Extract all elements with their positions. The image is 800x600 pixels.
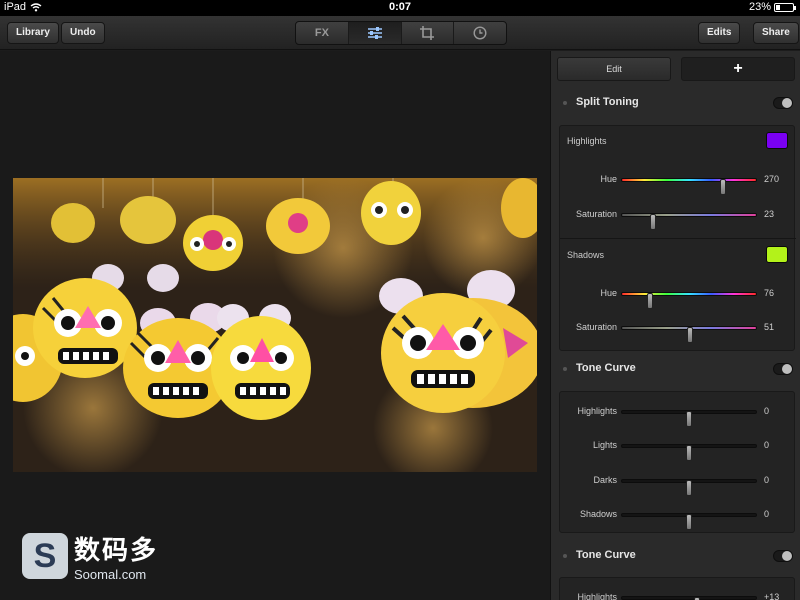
slider-value: 23: [764, 209, 775, 219]
slider-value: 270: [764, 174, 780, 184]
slider-value: 76: [764, 288, 775, 298]
slider-track[interactable]: [621, 292, 757, 309]
edit-tab[interactable]: Edit: [557, 57, 671, 81]
tone-curve-title: Tone Curve: [576, 362, 636, 374]
slider-label: Lights: [592, 440, 617, 450]
slider-shadows-saturation[interactable]: Saturation 51: [560, 320, 796, 343]
slider-tone-darks[interactable]: Darks 0: [560, 473, 796, 496]
slider-shadows-hue[interactable]: Hue 76: [560, 286, 796, 309]
slider-highlights-saturation[interactable]: Saturation 23: [560, 207, 796, 230]
slider-thumb[interactable]: [649, 214, 656, 230]
slider-track[interactable]: [621, 326, 757, 343]
split-toning-header[interactable]: Split Toning: [551, 88, 800, 118]
slider-value: 0: [764, 440, 770, 450]
battery-percent: 23%: [748, 1, 771, 13]
clock: 0:07: [388, 1, 412, 13]
divider: [560, 238, 796, 239]
tone-curve-toggle[interactable]: [773, 363, 793, 375]
crop-icon: [420, 26, 435, 40]
watermark: S 数码多 Soomal.com: [22, 530, 158, 582]
sliders-icon: [367, 27, 382, 39]
slider-track[interactable]: [621, 410, 757, 427]
slider-highlights-hue[interactable]: Hue 270: [560, 172, 796, 195]
slider-label: Highlights: [577, 592, 617, 600]
slider-thumb[interactable]: [686, 445, 692, 461]
app-window: iPad 0:07 23% Library Undo FX Edits Shar…: [0, 0, 800, 600]
split-toning-toggle[interactable]: [773, 97, 793, 109]
library-button[interactable]: Library: [7, 22, 59, 44]
slider-value: 0: [764, 406, 770, 416]
watermark-site: Soomal.com: [74, 567, 147, 582]
undo-button[interactable]: Undo: [61, 22, 105, 44]
split-toning-title: Split Toning: [576, 96, 639, 108]
slider-value: 0: [764, 509, 770, 519]
tone-curve-header[interactable]: Tone Curve: [551, 354, 800, 384]
tone-curve-2-header[interactable]: Tone Curve: [551, 541, 800, 571]
shadows-color-swatch[interactable]: [766, 246, 788, 263]
slider-label: Saturation: [575, 209, 617, 219]
slider-tone2-highlights[interactable]: Highlights +13: [560, 590, 796, 600]
tone-curve-card: Highlights 0 Lights 0 Darks 0 Shadows 0: [559, 391, 795, 533]
slider-track[interactable]: [621, 513, 757, 530]
slider-label: Hue: [600, 174, 617, 184]
watermark-chinese: 数码多: [74, 535, 159, 565]
watermark-logo: S: [22, 533, 68, 579]
tone-curve-2-toggle[interactable]: [773, 550, 793, 562]
highlights-group-label: Highlights: [567, 136, 607, 146]
slider-label: Shadows: [579, 509, 617, 519]
slider-thumb[interactable]: [647, 293, 654, 309]
share-button[interactable]: Share: [753, 22, 799, 44]
tab-fx[interactable]: FX: [296, 22, 349, 44]
tab-adjust[interactable]: [348, 22, 402, 44]
adjustment-panel: Edit + Split Toning Highlights Hue 270 Sa…: [550, 51, 800, 600]
slider-thumb[interactable]: [686, 514, 692, 530]
slider-track[interactable]: [621, 596, 757, 600]
slider-label: Hue: [600, 288, 617, 298]
slider-thumb[interactable]: [686, 480, 692, 496]
slider-label: Saturation: [575, 322, 617, 332]
slider-thumb[interactable]: [719, 179, 726, 195]
tab-fx-label: FX: [314, 27, 329, 39]
photo-canvas[interactable]: S 数码多 Soomal.com: [0, 51, 550, 600]
slider-label: Darks: [593, 475, 617, 485]
top-toolbar: Library Undo FX Edits Share: [0, 16, 800, 50]
shadows-group-label: Shadows: [567, 250, 605, 260]
slider-value: +13: [764, 592, 780, 600]
tone-curve-2-title: Tone Curve: [576, 549, 636, 561]
slider-track[interactable]: [621, 178, 757, 195]
add-adjustment-button[interactable]: +: [681, 57, 795, 81]
slider-track[interactable]: [621, 213, 757, 230]
photo-image: [13, 178, 537, 472]
edits-button[interactable]: Edits: [698, 22, 741, 44]
slider-thumb[interactable]: [687, 327, 694, 343]
slider-value: 51: [764, 322, 775, 332]
slider-tone-highlights[interactable]: Highlights 0: [560, 404, 796, 427]
tab-crop[interactable]: [402, 22, 455, 44]
slider-tone-shadows[interactable]: Shadows 0: [560, 507, 796, 530]
slider-thumb[interactable]: [686, 411, 692, 427]
history-clock-icon: [473, 26, 487, 40]
section-dot-icon: [563, 101, 567, 105]
edited-photo[interactable]: [13, 178, 537, 472]
slider-track[interactable]: [621, 444, 757, 461]
slider-label: Highlights: [577, 406, 617, 416]
tone-curve-2-card: Highlights +13: [559, 577, 795, 600]
tab-history[interactable]: [454, 22, 506, 44]
tool-segmented-control: FX: [295, 21, 507, 45]
status-bar: iPad 0:07 23%: [0, 0, 800, 16]
split-toning-card: Highlights Hue 270 Saturation 23 Shadows H…: [559, 125, 796, 351]
battery-icon: [774, 2, 796, 12]
highlights-color-swatch[interactable]: [766, 132, 788, 149]
slider-tone-lights[interactable]: Lights 0: [560, 438, 796, 461]
slider-value: 0: [764, 475, 770, 485]
section-dot-icon: [563, 554, 567, 558]
section-dot-icon: [563, 367, 567, 371]
slider-track[interactable]: [621, 479, 757, 496]
